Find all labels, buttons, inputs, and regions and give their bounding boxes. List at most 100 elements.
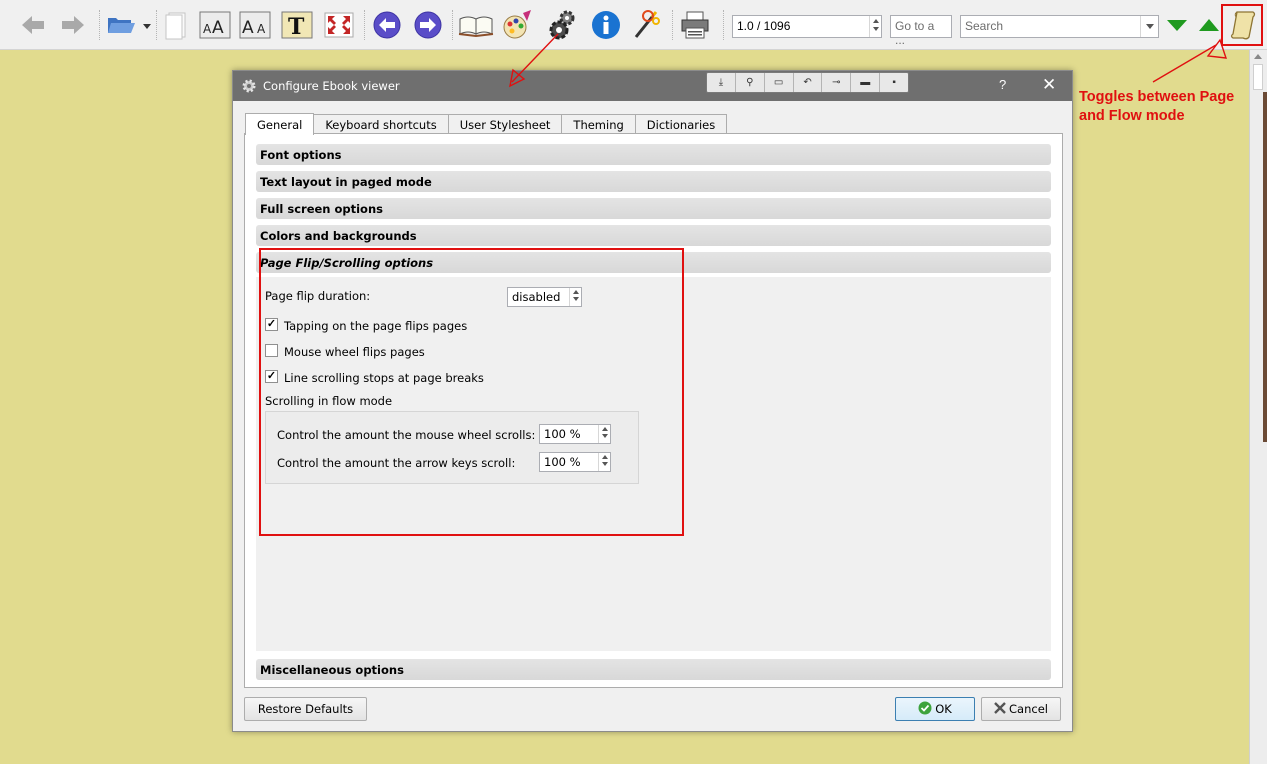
arrow-amount-label: Control the amount the arrow keys scroll… xyxy=(277,456,516,470)
next-circle-icon[interactable] xyxy=(410,8,446,42)
chevron-down-icon xyxy=(1145,24,1154,29)
fullscreen-icon[interactable] xyxy=(321,8,357,42)
section-miscellaneous[interactable]: Miscellaneous options xyxy=(256,659,1051,680)
tab-general[interactable]: General xyxy=(245,113,315,135)
scroll-up-icon[interactable] xyxy=(1254,54,1262,59)
wheel-amount-label: Control the amount the mouse wheel scrol… xyxy=(277,428,536,442)
section-label: Font options xyxy=(260,148,342,162)
spinbox-value: 100 % xyxy=(544,455,581,469)
section-text-layout[interactable]: Text layout in paged mode xyxy=(256,171,1051,192)
ok-button[interactable]: OK xyxy=(895,697,975,721)
line-scroll-checkbox[interactable]: ✓ xyxy=(265,370,278,383)
previous-circle-icon[interactable] xyxy=(369,8,405,42)
page-spin-arrows[interactable] xyxy=(869,16,881,37)
spinbox-value: 100 % xyxy=(544,427,581,441)
font-size-larger-icon[interactable]: AA xyxy=(198,8,232,42)
toolbar-separator xyxy=(723,10,724,40)
text-tool-icon[interactable]: T xyxy=(280,8,314,42)
tab-label: General xyxy=(257,118,303,132)
wheel-amount-spinbox[interactable]: 100 % xyxy=(539,424,611,444)
magic-wand-icon[interactable] xyxy=(628,8,664,42)
tab-keyboard-shortcuts[interactable]: Keyboard shortcuts xyxy=(313,114,449,134)
cancel-button[interactable]: Cancel xyxy=(981,697,1061,721)
toolbar-separator xyxy=(672,10,673,40)
tab-label: Theming xyxy=(573,118,624,132)
tap-flip-label[interactable]: Tapping on the page flips pages xyxy=(284,319,467,333)
wheel-flip-label[interactable]: Mouse wheel flips pages xyxy=(284,345,425,359)
forward-arrow-icon[interactable] xyxy=(58,8,88,42)
spin-arrows[interactable] xyxy=(569,288,581,306)
theme-palette-icon[interactable] xyxy=(499,8,535,42)
section-full-screen[interactable]: Full screen options xyxy=(256,198,1051,219)
spin-arrows[interactable] xyxy=(598,453,610,471)
wheel-flip-checkbox[interactable] xyxy=(265,344,278,357)
section-page-flip[interactable]: Page Flip/Scrolling options xyxy=(256,252,1051,273)
section-label: Text layout in paged mode xyxy=(260,175,432,189)
svg-text:A: A xyxy=(242,18,254,38)
section-label: Miscellaneous options xyxy=(260,663,404,677)
line-scroll-label[interactable]: Line scrolling stops at page breaks xyxy=(284,371,484,385)
pin-icon[interactable]: ⚲ xyxy=(736,73,765,92)
printer-icon[interactable] xyxy=(677,8,713,42)
scrollbar-thumb[interactable] xyxy=(1253,64,1263,90)
blank-page-icon[interactable] xyxy=(161,8,191,42)
minimize-bar-icon[interactable]: ▬ xyxy=(851,73,881,92)
annotation-text: Toggles between Page and Flow mode xyxy=(1079,89,1235,124)
spin-arrows[interactable] xyxy=(598,425,610,443)
page-flip-section-body: Page flip duration: disabled ✓ Tapping o… xyxy=(256,277,1051,651)
tap-flip-checkbox[interactable]: ✓ xyxy=(265,318,278,331)
page-flip-duration-spinbox[interactable]: disabled xyxy=(507,287,582,307)
section-label: Full screen options xyxy=(260,202,383,216)
button-label: Cancel xyxy=(1009,702,1048,716)
check-icon: ✓ xyxy=(266,370,277,382)
configure-dialog: Configure Ebook viewer ⤓ ⚲ ▭ ↶ ⊸ ▬ ▪ ? ✕… xyxy=(232,70,1073,732)
svg-text:A: A xyxy=(203,22,212,36)
check-icon: ✓ xyxy=(266,318,277,330)
arrow-amount-spinbox[interactable]: 100 % xyxy=(539,452,611,472)
find-next-arrow-icon[interactable] xyxy=(1164,8,1190,42)
info-icon[interactable] xyxy=(588,8,624,42)
dot-icon[interactable]: ▪ xyxy=(880,73,908,92)
dialog-titlebar[interactable]: Configure Ebook viewer ⤓ ⚲ ▭ ↶ ⊸ ▬ ▪ ? ✕ xyxy=(233,71,1072,101)
book-page-edge xyxy=(1263,92,1267,442)
section-colors[interactable]: Colors and backgrounds xyxy=(256,225,1051,246)
key-icon[interactable]: ⊸ xyxy=(822,73,852,92)
help-button[interactable]: ? xyxy=(999,77,1013,95)
tab-label: User Stylesheet xyxy=(459,118,551,132)
open-folder-icon[interactable] xyxy=(104,8,152,42)
close-button[interactable]: ✕ xyxy=(1042,76,1058,94)
arrow-to-toggle xyxy=(1152,44,1217,83)
page-number-value: 1.0 / 1096 xyxy=(737,19,791,33)
app-gear-icon xyxy=(241,78,257,97)
svg-text:T: T xyxy=(288,14,305,40)
toolbar-separator xyxy=(156,10,157,40)
font-size-smaller-icon[interactable]: AA xyxy=(238,8,272,42)
restore-defaults-button[interactable]: Restore Defaults xyxy=(244,697,367,721)
section-label: Page Flip/Scrolling options xyxy=(260,256,434,270)
download-icon[interactable]: ⤓ xyxy=(707,73,736,92)
tab-dictionaries[interactable]: Dictionaries xyxy=(634,114,728,134)
back-arrow-icon[interactable] xyxy=(18,8,48,42)
tab-user-stylesheet[interactable]: User Stylesheet xyxy=(447,114,563,134)
dialog-title: Configure Ebook viewer xyxy=(263,79,400,93)
undo-icon[interactable]: ↶ xyxy=(794,73,823,92)
preferences-gear-icon[interactable] xyxy=(545,8,581,42)
toolbar-separator xyxy=(99,10,100,40)
page-number-spinbox[interactable]: 1.0 / 1096 xyxy=(732,15,882,38)
tab-label: Dictionaries xyxy=(646,118,716,132)
cancel-x-icon xyxy=(994,701,1006,717)
tab-theming[interactable]: Theming xyxy=(561,114,636,134)
goto-location-input[interactable]: Go to a ... xyxy=(890,15,952,47)
search-history-dropdown[interactable] xyxy=(1140,16,1158,37)
book-icon[interactable] xyxy=(457,8,495,42)
find-previous-arrow-icon[interactable] xyxy=(1196,8,1222,42)
section-font-options[interactable]: Font options xyxy=(256,144,1051,165)
highlight-box-toggle xyxy=(1221,4,1263,46)
toolbar-separator xyxy=(364,10,365,40)
flow-mode-group: Control the amount the mouse wheel scrol… xyxy=(265,411,639,484)
window-mini-toolbar: ⤓ ⚲ ▭ ↶ ⊸ ▬ ▪ xyxy=(706,72,909,93)
ok-check-icon xyxy=(918,701,932,718)
search-input[interactable]: Search xyxy=(960,15,1159,38)
page-flip-duration-label: Page flip duration: xyxy=(265,289,371,303)
window-icon[interactable]: ▭ xyxy=(765,73,794,92)
